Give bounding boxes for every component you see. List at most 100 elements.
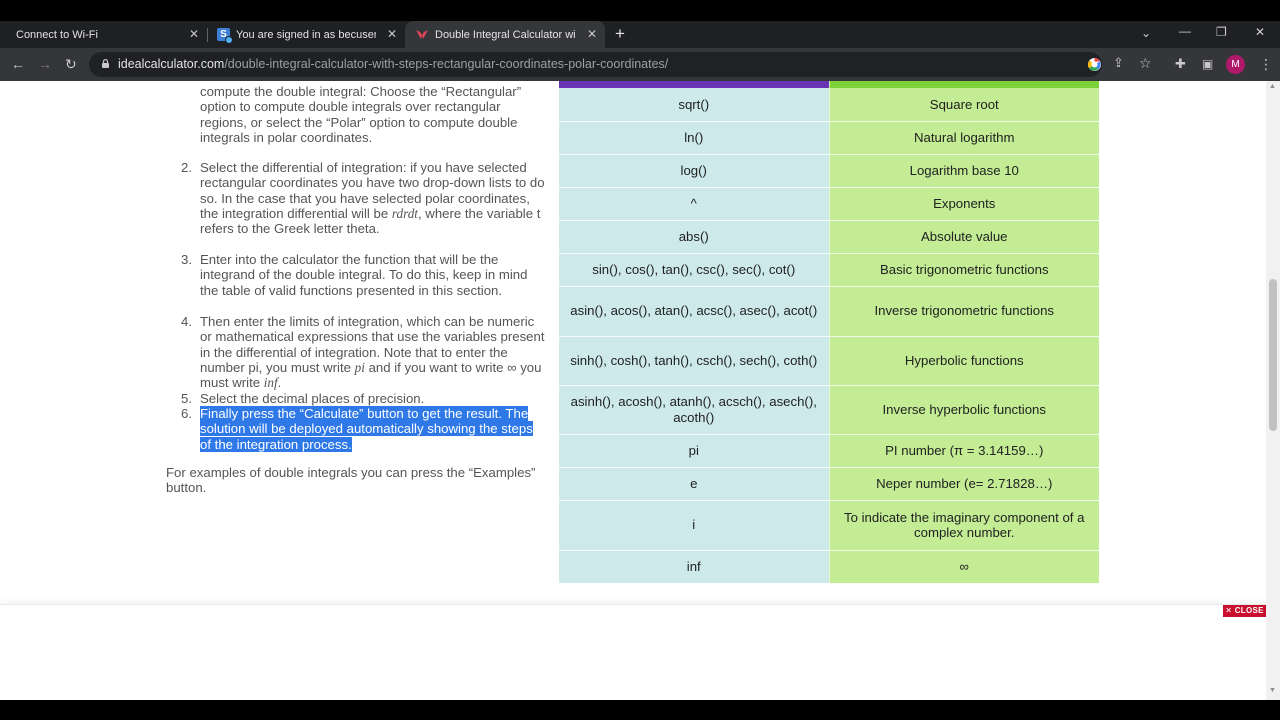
differential-variable: rdrdt xyxy=(391,205,418,221)
function-description-cell: To indicate the imaginary component of a… xyxy=(829,500,1099,551)
close-icon[interactable]: ✕ xyxy=(387,27,397,41)
valid-functions-table: sqrt() Square root ln() Natural logarithm lo… xyxy=(559,81,1099,584)
function-syntax-cell: asin(), acos(), atan(), acsc(), asec(), … xyxy=(559,286,830,337)
examples-note: For examples of double integrals you can… xyxy=(166,465,536,496)
google-icon[interactable] xyxy=(1087,57,1102,72)
table-row: pi PI number (π = 3.14159…) xyxy=(559,434,1099,468)
back-icon[interactable]: ← xyxy=(11,56,25,72)
share-icon[interactable]: ⇪ xyxy=(1113,55,1124,71)
function-syntax-cell: ^ xyxy=(559,187,830,221)
tab-title: You are signed in as becuser xyxy=(236,28,376,41)
step-6-text: Finally press the “Calculate” button to … xyxy=(200,406,546,452)
selected-text[interactable]: Finally press the “Calculate” button to … xyxy=(200,406,533,452)
lock-icon xyxy=(102,59,109,68)
scroll-thumb[interactable] xyxy=(1269,279,1277,431)
url-text: idealcalculator.com/double-integral-calc… xyxy=(118,57,668,71)
function-description-cell: Inverse trigonometric functions xyxy=(829,286,1099,337)
calculator-favicon-icon xyxy=(416,30,428,39)
restore-icon[interactable]: ❐ xyxy=(1216,25,1227,39)
function-description-cell: Absolute value xyxy=(829,220,1099,254)
page-scrollbar[interactable]: ▲ ▼ xyxy=(1266,81,1280,700)
chevron-down-icon[interactable]: ⌄ xyxy=(1141,26,1151,40)
step-number: 4. xyxy=(181,314,192,329)
step-number: 6. xyxy=(181,406,192,421)
step-4-text-c: . xyxy=(277,375,282,391)
url-path: /double-integral-calculator-with-steps-r… xyxy=(224,57,669,71)
url-domain: idealcalculator.com xyxy=(118,57,225,71)
sidepanel-icon[interactable]: ▣ xyxy=(1202,56,1213,72)
close-icon[interactable]: ✕ xyxy=(587,27,597,41)
step-1-text: compute the double integral: Choose the … xyxy=(200,84,522,145)
function-description-cell: ∞ xyxy=(829,550,1099,584)
close-window-icon[interactable]: ✕ xyxy=(1255,25,1265,39)
more-icon[interactable]: ⋮ xyxy=(1259,56,1273,72)
screen-bottom-bar xyxy=(0,700,1280,720)
ad-banner xyxy=(0,604,1266,700)
table-header-bar xyxy=(559,81,1099,88)
table-row: sqrt() Square root xyxy=(559,88,1099,122)
minimize-icon[interactable]: — xyxy=(1179,24,1191,38)
page-content: compute the double integral: Choose the … xyxy=(0,81,1280,700)
header-bar-right xyxy=(829,81,1099,88)
star-icon[interactable]: ☆ xyxy=(1139,55,1152,71)
extensions-icon[interactable]: ✚ xyxy=(1175,56,1186,72)
function-syntax-cell: pi xyxy=(559,434,830,468)
function-syntax-cell: asinh(), acosh(), atanh(), acsch(), asec… xyxy=(559,385,830,435)
reload-icon[interactable]: ↻ xyxy=(65,56,77,72)
function-description-cell: Square root xyxy=(829,88,1099,122)
browser-toolbar: ← → ↻ idealcalculator.com/double-integra… xyxy=(0,48,1280,81)
table-row: inf ∞ xyxy=(559,550,1099,584)
forward-icon[interactable]: → xyxy=(38,56,52,72)
ad-close-button[interactable]: ✕ CLOSE xyxy=(1223,605,1266,617)
function-description-cell: Logarithm base 10 xyxy=(829,154,1099,188)
function-syntax-cell: sinh(), cosh(), tanh(), csch(), sech(), … xyxy=(559,336,830,386)
function-description-cell: Exponents xyxy=(829,187,1099,221)
step-number: 5. xyxy=(181,391,192,406)
step-3-text: Enter into the calculator the function t… xyxy=(200,252,528,298)
function-description-cell: PI number (π = 3.14159…) xyxy=(829,434,1099,468)
table-row: asinh(), acosh(), atanh(), acsch(), asec… xyxy=(559,385,1099,435)
function-description-cell: Inverse hyperbolic functions xyxy=(829,385,1099,435)
scroll-up-icon[interactable]: ▲ xyxy=(1269,83,1276,90)
function-description-cell: Neper number (e= 2.71828…) xyxy=(829,467,1099,501)
function-syntax-cell: log() xyxy=(559,154,830,188)
tab-title: Double Integral Calculator with steps xyxy=(435,28,575,41)
tab-signed-in[interactable]: S You are signed in as becuser ✕ xyxy=(207,21,405,48)
function-syntax-cell: abs() xyxy=(559,220,830,254)
table-row: sin(), cos(), tan(), csc(), sec(), cot()… xyxy=(559,253,1099,287)
pi-keyword: pi xyxy=(354,359,365,375)
scroll-down-icon[interactable]: ▼ xyxy=(1269,687,1276,694)
function-syntax-cell: e xyxy=(559,467,830,501)
function-syntax-cell: inf xyxy=(559,550,830,584)
table-row: asin(), acos(), atan(), acsc(), asec(), … xyxy=(559,286,1099,337)
step-number: 3. xyxy=(181,252,192,267)
function-description-cell: Hyperbolic functions xyxy=(829,336,1099,386)
tab-title: Connect to Wi-Fi xyxy=(16,28,98,41)
table-row: ^ Exponents xyxy=(559,187,1099,221)
table-row: e Neper number (e= 2.71828…) xyxy=(559,467,1099,501)
profile-avatar[interactable]: M xyxy=(1226,55,1245,74)
plus-icon[interactable]: + xyxy=(615,25,625,42)
function-syntax-cell: ln() xyxy=(559,121,830,155)
header-bar-left xyxy=(559,81,830,88)
function-syntax-cell: sin(), cos(), tan(), csc(), sec(), cot() xyxy=(559,253,830,287)
step-5-text: Select the decimal places of precision. xyxy=(200,391,425,406)
table-row: i To indicate the imaginary component of … xyxy=(559,500,1099,551)
table-row: ln() Natural logarithm xyxy=(559,121,1099,155)
screen-top-bar xyxy=(0,0,1280,21)
address-bar[interactable]: idealcalculator.com/double-integral-calc… xyxy=(89,52,1152,77)
table-row: log() Logarithm base 10 xyxy=(559,154,1099,188)
inf-keyword: inf xyxy=(263,375,278,391)
function-syntax-cell: sqrt() xyxy=(559,88,830,122)
step-4-text: Then enter the limits of integration, wh… xyxy=(200,314,546,390)
function-description-cell: Basic trigonometric functions xyxy=(829,253,1099,287)
function-syntax-cell: i xyxy=(559,500,830,551)
step-number: 2. xyxy=(181,160,192,175)
tab-connect-wifi[interactable]: Connect to Wi-Fi ✕ xyxy=(0,21,207,48)
close-icon[interactable]: ✕ xyxy=(189,27,199,41)
table-row: abs() Absolute value xyxy=(559,220,1099,254)
tab-double-integral[interactable]: Double Integral Calculator with steps ✕ xyxy=(405,21,605,48)
site-favicon-icon: S xyxy=(217,28,233,44)
table-row: sinh(), cosh(), tanh(), csch(), sech(), … xyxy=(559,336,1099,386)
function-description-cell: Natural logarithm xyxy=(829,121,1099,155)
